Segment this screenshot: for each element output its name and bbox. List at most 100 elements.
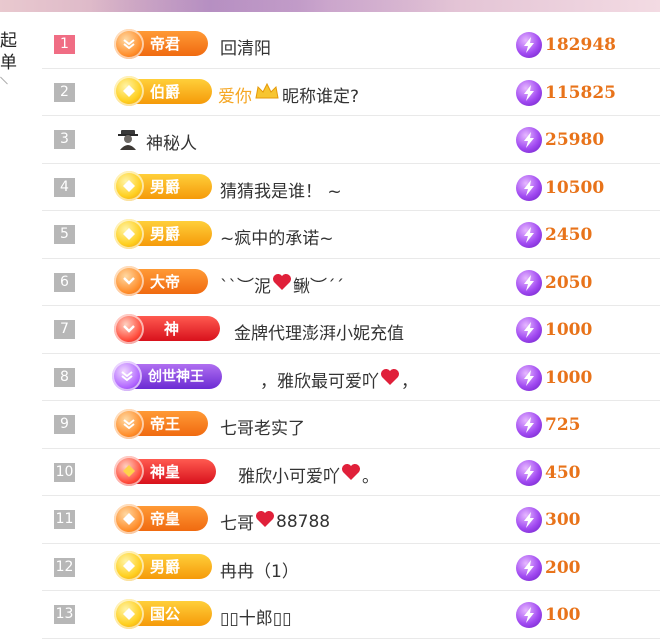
- user-name-text-tail: ，: [401, 371, 418, 392]
- user-name-text-tail: 鳅︶ˊˊ: [293, 276, 344, 297]
- value-number: 100: [545, 605, 581, 625]
- lightning-icon: [516, 222, 542, 248]
- rank-number: 13: [54, 605, 75, 624]
- value-number: 2050: [545, 272, 593, 293]
- ranking-row[interactable]: 8 创世神王 ，雅欣最可爱吖 ， 1000: [42, 354, 660, 401]
- user-name[interactable]: 爱你 昵称谁定?: [218, 82, 359, 107]
- user-name[interactable]: 七哥老实了: [220, 414, 305, 439]
- contribution-value: 115825: [516, 79, 616, 106]
- rank-number: 2: [54, 82, 75, 102]
- rank-badge: 帝皇: [114, 503, 208, 534]
- contribution-value: 1000: [516, 364, 592, 391]
- user-name-text: 昵称谁定?: [282, 86, 360, 107]
- rank-number: 12: [54, 557, 75, 577]
- badge-label: 大帝: [150, 272, 181, 291]
- badge-label: 男爵: [150, 177, 181, 196]
- ranking-row[interactable]: 2 伯爵 爱你 昵称谁定? 115825: [42, 69, 660, 116]
- badge-label: 创世神王: [148, 369, 204, 385]
- user-name-text: 雅欣小可爱吖: [238, 466, 340, 487]
- user-name-text: 冉冉（1）: [220, 561, 299, 582]
- user-name[interactable]: ~疯中的承诺~: [220, 224, 334, 249]
- ranking-row[interactable]: 1 帝君 回清阳 182948: [42, 21, 660, 69]
- badge-label: 男爵: [150, 557, 181, 576]
- lightning-icon: [516, 127, 542, 153]
- rank-number: 10: [54, 462, 75, 482]
- ranking-row[interactable]: 11 帝皇 七哥 88788 300: [42, 496, 660, 544]
- rank-number: 7: [54, 320, 75, 339]
- user-name[interactable]: ，雅欣最可爱吖 ，: [260, 367, 418, 392]
- badge-emblem-icon: [114, 408, 144, 439]
- ranking-row[interactable]: 13 国公 ▯▯十郎▯▯ 100: [42, 591, 660, 639]
- user-name[interactable]: ▯▯十郎▯▯: [220, 604, 291, 629]
- badge-emblem-icon: [114, 551, 144, 581]
- heart-icon: [380, 368, 400, 391]
- badge-emblem-icon: [114, 171, 144, 201]
- user-name[interactable]: 冉冉（1）: [220, 557, 299, 582]
- user-name-text: 猜猜我是谁！ ~: [220, 181, 342, 202]
- rank-badge: 创世神王: [112, 361, 222, 391]
- top-banner-strip: [0, 0, 660, 12]
- badge-label: 神皇: [150, 462, 181, 481]
- heart-icon: [272, 273, 292, 296]
- lightning-icon: [516, 79, 542, 106]
- rank-number: 1: [54, 35, 75, 54]
- user-name-accent: 爱你: [218, 86, 252, 107]
- side-tab[interactable]: 起单: [0, 30, 30, 85]
- value-number: 2450: [545, 225, 593, 245]
- ranking-row[interactable]: 5 男爵 ~疯中的承诺~ 2450: [42, 211, 660, 259]
- user-name-text: ▯▯十郎▯▯: [220, 609, 292, 629]
- badge-emblem-icon: [114, 28, 144, 59]
- value-number: 300: [545, 510, 581, 530]
- ranking-row[interactable]: 7 神 金牌代理澎湃小妮充值 1000: [42, 306, 660, 354]
- contribution-value: 100: [516, 602, 581, 628]
- contribution-value: 25980: [516, 127, 604, 153]
- ranking-row[interactable]: 6 大帝 ˋˋ︶泥 鳅︶ˊˊ 2050: [42, 259, 660, 306]
- badge-label: 帝君: [150, 35, 181, 53]
- user-name[interactable]: 雅欣小可爱吖 。: [238, 462, 379, 487]
- badge-label: 神: [164, 320, 180, 338]
- lightning-icon: [516, 459, 542, 486]
- ranking-row[interactable]: 3 神秘人 25980: [42, 116, 660, 164]
- user-name[interactable]: ˋˋ︶泥 鳅︶ˊˊ: [220, 272, 344, 297]
- badge-emblem-icon: [114, 313, 144, 344]
- rank-number: 3: [54, 130, 75, 149]
- user-name[interactable]: 回清阳: [220, 34, 271, 59]
- rank-number: 11: [54, 510, 75, 529]
- ranking-row[interactable]: 9 帝王 七哥老实了 725: [42, 401, 660, 449]
- lightning-icon: [516, 602, 542, 628]
- ranking-row[interactable]: 10 神皇 雅欣小可爱吖 。 450: [42, 449, 660, 496]
- rank-badge: 帝君: [114, 28, 208, 59]
- lightning-icon: [516, 32, 542, 58]
- rank-badge: 男爵: [114, 551, 212, 581]
- badge-emblem-icon: [112, 361, 142, 391]
- user-name-text-tail: 。: [362, 466, 379, 487]
- badge-label: 伯爵: [150, 82, 181, 101]
- badge-label: 男爵: [150, 225, 181, 243]
- rank-number: 8: [54, 367, 75, 387]
- rank-badge: 神皇: [114, 456, 216, 486]
- badge-emblem-icon: [114, 76, 144, 106]
- badge-emblem-icon: [114, 218, 144, 249]
- lightning-icon: [516, 412, 542, 438]
- rank-number: 9: [54, 415, 75, 434]
- contribution-value: 1000: [516, 317, 592, 343]
- rank-badge: 大帝: [114, 266, 208, 296]
- user-name-text-tail: 88788: [276, 511, 331, 532]
- lightning-icon: [516, 174, 542, 201]
- badge-emblem-icon: [114, 503, 144, 534]
- badge-emblem-icon: [114, 266, 144, 296]
- heart-icon: [255, 510, 275, 533]
- ranking-row[interactable]: 4 男爵 猜猜我是谁！ ~ 10500: [42, 164, 660, 211]
- rank-badge: 男爵: [114, 218, 212, 249]
- value-number: 10500: [545, 177, 605, 198]
- lightning-icon: [516, 269, 542, 296]
- ranking-row[interactable]: 12 男爵 冉冉（1） 200: [42, 544, 660, 591]
- user-name[interactable]: 猜猜我是谁！ ~: [220, 177, 342, 202]
- badge-emblem-icon: [114, 456, 144, 486]
- contribution-value: 450: [516, 459, 581, 486]
- user-name[interactable]: 七哥 88788: [220, 509, 330, 534]
- rank-badge: 伯爵: [114, 76, 212, 106]
- user-name[interactable]: 神秘人: [146, 129, 197, 154]
- user-name[interactable]: 金牌代理澎湃小妮充值: [234, 319, 404, 344]
- user-name-text: 金牌代理澎湃小妮充值: [234, 324, 404, 344]
